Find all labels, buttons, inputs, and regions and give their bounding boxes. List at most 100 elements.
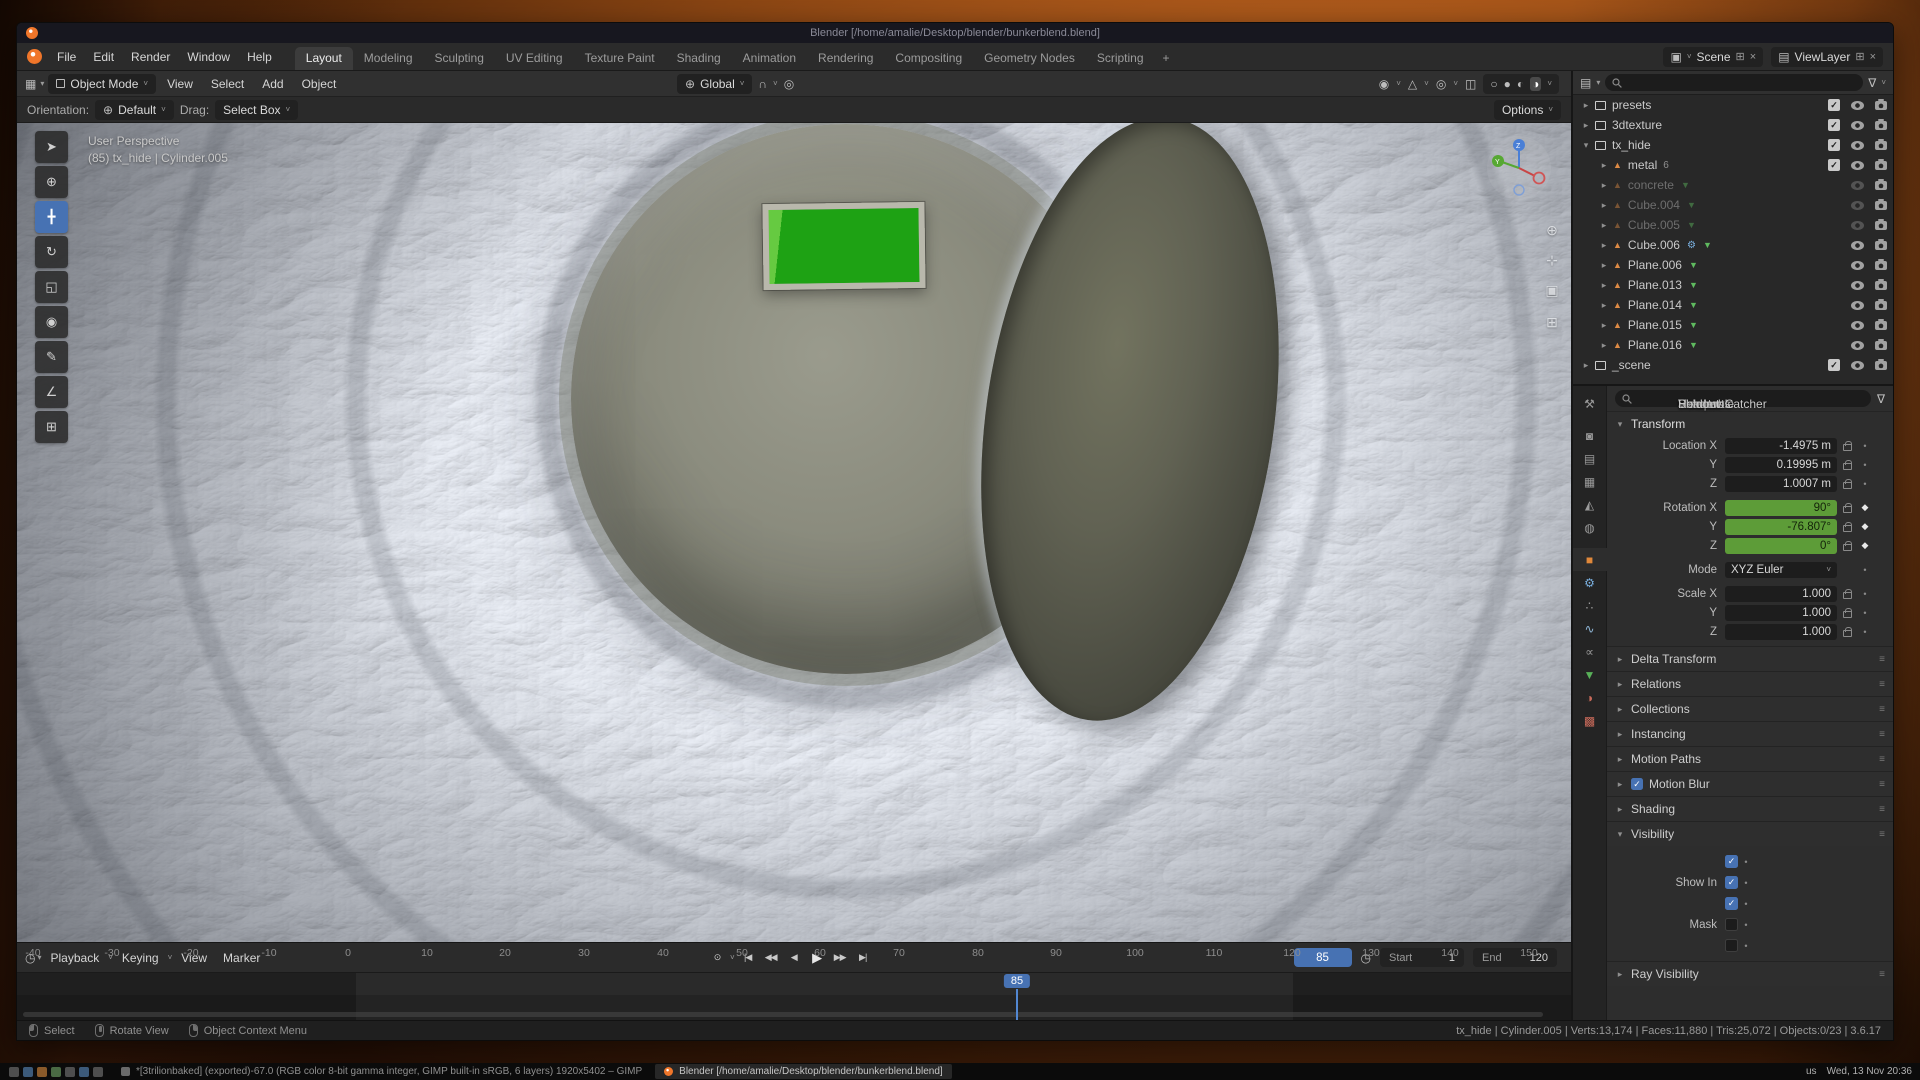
camera-icon[interactable] bbox=[1875, 301, 1887, 310]
eye-icon[interactable] bbox=[1851, 281, 1864, 290]
instancing-section[interactable]: ▸ Instancing ≡ bbox=[1607, 721, 1893, 746]
keyframe-decorator-icon[interactable]: ◆ bbox=[1857, 502, 1873, 513]
eye-icon[interactable] bbox=[1851, 301, 1864, 310]
workspace-tab-layout[interactable]: Layout bbox=[295, 47, 353, 70]
menu-select[interactable]: Select bbox=[204, 71, 251, 96]
outliner-row-concrete[interactable]: ▸ ▲ concrete ▼ bbox=[1573, 175, 1893, 195]
window-titlebar[interactable]: Blender [/home/amalie/Desktop/blender/bu… bbox=[17, 23, 1893, 43]
drag-handle-icon[interactable]: ≡ bbox=[1879, 969, 1885, 980]
eye-icon[interactable] bbox=[1851, 261, 1864, 270]
lock-icon[interactable] bbox=[1837, 479, 1857, 489]
transform-panel-header[interactable]: ▾ Transform bbox=[1607, 412, 1893, 436]
disclosure-icon[interactable]: ▸ bbox=[1599, 180, 1609, 191]
pan-hand-icon[interactable]: ⊹ bbox=[1541, 249, 1563, 271]
camera-icon[interactable] bbox=[1875, 201, 1887, 210]
keyframe-decorator-icon[interactable]: ◆ bbox=[1857, 540, 1873, 551]
camera-icon[interactable] bbox=[1875, 181, 1887, 190]
drag-handle-icon[interactable]: ≡ bbox=[1879, 704, 1885, 715]
toggle-perspective-icon[interactable]: ⊞ bbox=[1541, 311, 1563, 333]
menu-render[interactable]: Render bbox=[123, 43, 178, 70]
selectability-visibility-icon[interactable]: ◉ bbox=[1379, 77, 1389, 91]
eye-icon[interactable] bbox=[1851, 201, 1864, 210]
view-layer-selector[interactable]: ▤ ViewLayer ⊞ × bbox=[1771, 47, 1883, 67]
scale-x-field[interactable]: 1.000 bbox=[1725, 586, 1837, 602]
mode-dropdown[interactable]: Object Mode ˅ bbox=[48, 74, 156, 94]
app-icon[interactable] bbox=[51, 1067, 61, 1077]
taskbar-window-gimp[interactable]: *[3trilionbaked] (exported)-67.0 (RGB co… bbox=[112, 1064, 651, 1079]
tool-annotate[interactable]: ✎ bbox=[35, 341, 68, 373]
outliner-row-cube006[interactable]: ▸ ▲ Cube.006 ⚙ ▼ bbox=[1573, 235, 1893, 255]
lock-icon[interactable] bbox=[1837, 441, 1857, 451]
motion-blur-section[interactable]: ▸ ✓ Motion Blur ≡ bbox=[1607, 771, 1893, 796]
decorator-icon[interactable]: • bbox=[1857, 627, 1873, 637]
decorator-icon[interactable]: • bbox=[1738, 857, 1754, 867]
workspace-tab-compositing[interactable]: Compositing bbox=[884, 47, 973, 70]
disclosure-icon[interactable]: ▸ bbox=[1581, 360, 1591, 371]
tool-transform[interactable]: ◉ bbox=[35, 306, 68, 338]
playhead-frame-label[interactable]: 85 bbox=[1004, 974, 1030, 988]
new-view-layer-icon[interactable]: ⊞ bbox=[1855, 50, 1864, 63]
options-dropdown[interactable]: Options ˅ bbox=[1494, 100, 1561, 120]
disclosure-icon[interactable]: ▸ bbox=[1599, 240, 1609, 251]
outliner-row-metal[interactable]: ▸ ▲ metal 6 ✓ bbox=[1573, 155, 1893, 175]
decorator-icon[interactable]: • bbox=[1857, 565, 1873, 575]
scale-z-field[interactable]: 1.000 bbox=[1725, 624, 1837, 640]
holdout-checkbox[interactable] bbox=[1725, 939, 1738, 952]
lock-icon[interactable] bbox=[1837, 589, 1857, 599]
eye-icon[interactable] bbox=[1851, 221, 1864, 230]
camera-icon[interactable] bbox=[1875, 121, 1887, 130]
prev-keyframe-button[interactable]: ◀◀ bbox=[761, 949, 781, 967]
workspace-tab-shading[interactable]: Shading bbox=[666, 47, 732, 70]
drag-handle-icon[interactable]: ≡ bbox=[1879, 829, 1885, 840]
relations-section[interactable]: ▸ Relations ≡ bbox=[1607, 671, 1893, 696]
disclosure-icon[interactable]: ▸ bbox=[1599, 320, 1609, 331]
menu-view[interactable]: View bbox=[160, 71, 200, 96]
drag-handle-icon[interactable]: ≡ bbox=[1879, 754, 1885, 765]
proportional-editing-icon[interactable]: ◎ bbox=[784, 77, 794, 91]
clock[interactable]: Wed, 13 Nov 20:36 bbox=[1827, 1066, 1912, 1077]
menu-edit[interactable]: Edit bbox=[85, 43, 122, 70]
workspace-tab-animation[interactable]: Animation bbox=[732, 47, 807, 70]
props-tab-render[interactable]: ◙ bbox=[1573, 424, 1607, 447]
end-frame-field[interactable]: End120 bbox=[1473, 948, 1557, 967]
outliner-row-cube004[interactable]: ▸ ▲ Cube.004 ▼ bbox=[1573, 195, 1893, 215]
props-tab-constraints[interactable]: ∝ bbox=[1573, 640, 1607, 663]
drag-handle-icon[interactable]: ≡ bbox=[1879, 779, 1885, 790]
scene-selector[interactable]: ▣ ˅ Scene ⊞ × bbox=[1663, 47, 1763, 67]
keyframe-decorator-icon[interactable]: ◆ bbox=[1857, 521, 1873, 532]
overlays-icon[interactable]: ◎ bbox=[1436, 77, 1446, 91]
eye-icon[interactable] bbox=[1851, 161, 1864, 170]
props-tab-view-layer[interactable]: ▦ bbox=[1573, 470, 1607, 493]
play-reverse-button[interactable]: ◀ bbox=[784, 949, 804, 967]
renders-checkbox[interactable]: ✓ bbox=[1725, 897, 1738, 910]
shading-wireframe-icon[interactable]: ○ bbox=[1490, 77, 1497, 91]
eye-icon[interactable] bbox=[1851, 141, 1864, 150]
app-icon[interactable] bbox=[9, 1067, 19, 1077]
gizmos-icon[interactable]: △ bbox=[1408, 77, 1417, 91]
decorator-icon[interactable]: • bbox=[1738, 920, 1754, 930]
workspace-add-button[interactable]: + bbox=[1155, 47, 1178, 70]
workspace-tab-texture-paint[interactable]: Texture Paint bbox=[574, 47, 666, 70]
tool-measure[interactable]: ∠ bbox=[35, 376, 68, 408]
jump-to-end-button[interactable]: ▶| bbox=[853, 949, 873, 967]
shading-section[interactable]: ▸ Shading ≡ bbox=[1607, 796, 1893, 821]
camera-icon[interactable] bbox=[1875, 281, 1887, 290]
props-tab-material[interactable]: ◑ bbox=[1573, 686, 1607, 709]
taskbar-window-blender[interactable]: Blender [/home/amalie/Desktop/blender/bu… bbox=[655, 1064, 952, 1079]
workspace-tab-modeling[interactable]: Modeling bbox=[353, 47, 424, 70]
props-tab-output[interactable]: ▤ bbox=[1573, 447, 1607, 470]
decorator-icon[interactable]: • bbox=[1738, 941, 1754, 951]
workspace-tab-sculpting[interactable]: Sculpting bbox=[424, 47, 495, 70]
lock-icon[interactable] bbox=[1837, 503, 1857, 513]
3d-viewport[interactable]: User Perspective (85) tx_hide | Cylinder… bbox=[17, 123, 1571, 942]
tool-scale[interactable]: ◱ bbox=[35, 271, 68, 303]
disclosure-icon[interactable]: ▸ bbox=[1599, 220, 1609, 231]
viewports-checkbox[interactable]: ✓ bbox=[1725, 876, 1738, 889]
delta-transform-section[interactable]: ▸ Delta Transform ≡ bbox=[1607, 646, 1893, 671]
eye-icon[interactable] bbox=[1851, 341, 1864, 350]
disclosure-icon[interactable]: ▸ bbox=[1581, 120, 1591, 131]
outliner-row-tx-hide[interactable]: ▾ tx_hide ✓ bbox=[1573, 135, 1893, 155]
filter-funnel-icon[interactable]: ∇ bbox=[1877, 392, 1885, 406]
decorator-icon[interactable]: • bbox=[1857, 589, 1873, 599]
workspace-tab-scripting[interactable]: Scripting bbox=[1086, 47, 1155, 70]
